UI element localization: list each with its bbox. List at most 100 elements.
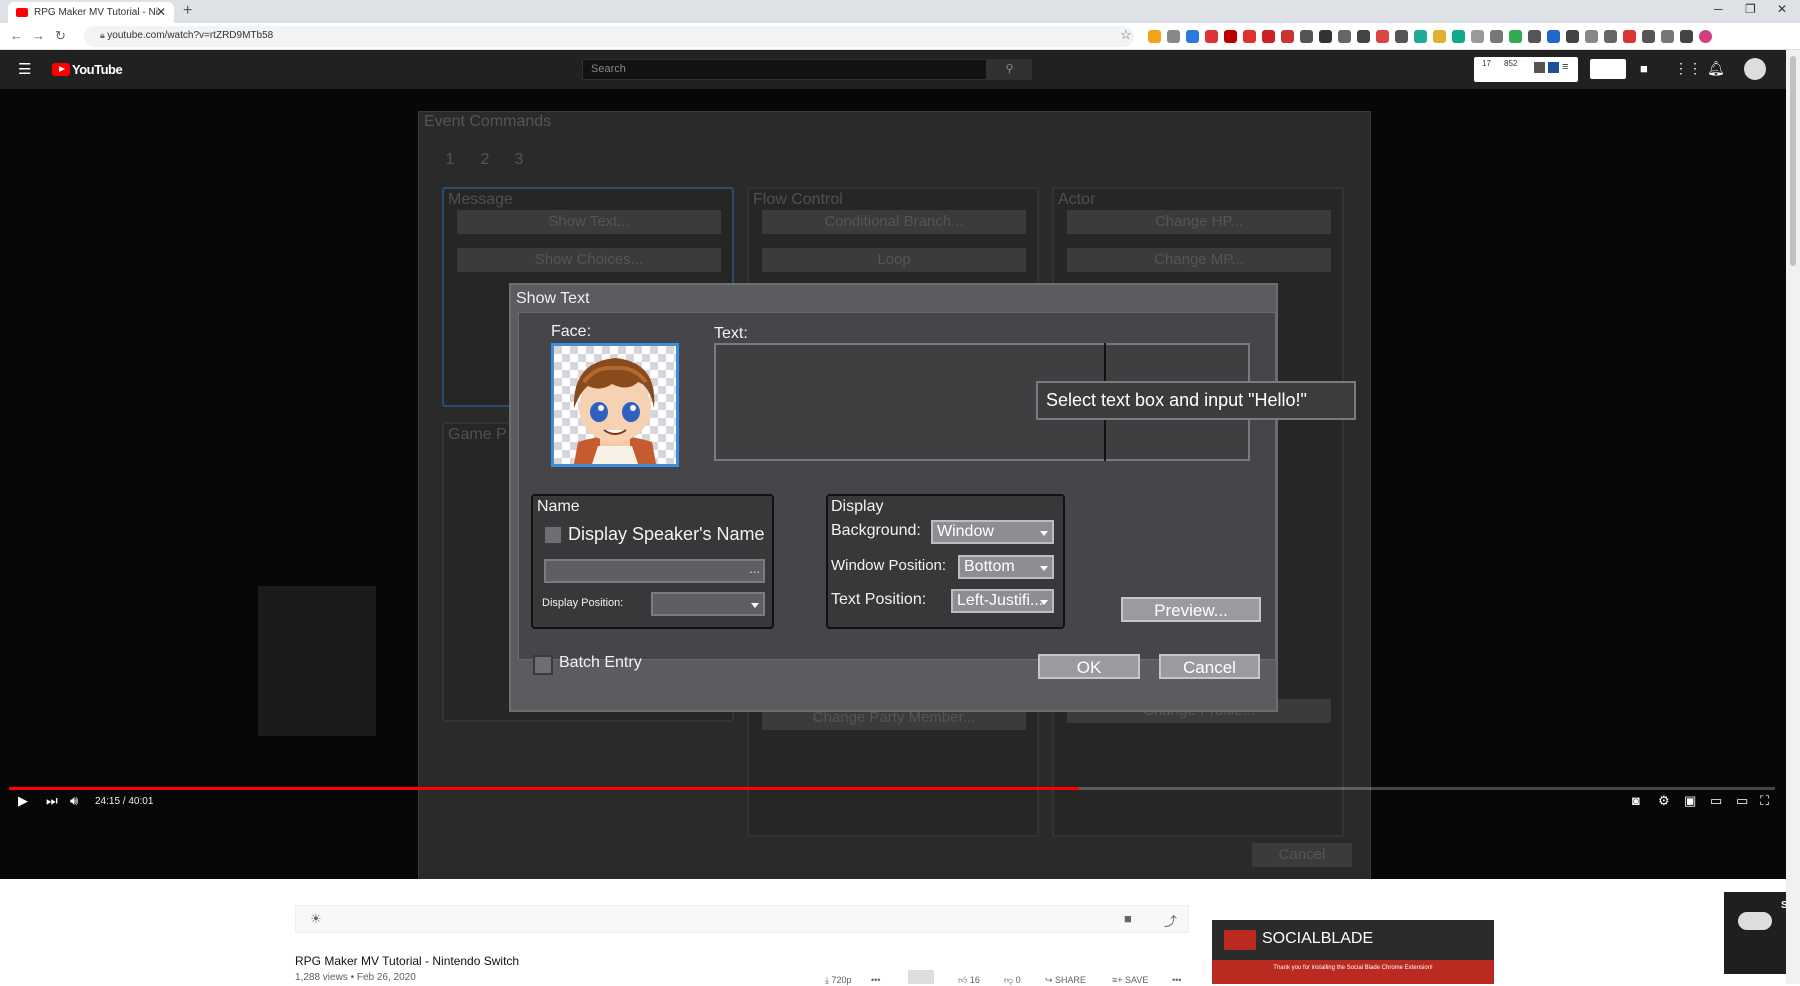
extension-icon[interactable] <box>1338 30 1351 43</box>
socialblade-logo-icon <box>1224 930 1256 950</box>
preview-button[interactable]: Preview... <box>1121 597 1261 622</box>
hamburger-menu-icon[interactable]: ☰ <box>18 60 31 78</box>
extension-icon[interactable] <box>1471 30 1484 43</box>
share-button[interactable]: ↪ SHARE <box>1045 975 1086 986</box>
browser-tab[interactable]: RPG Maker MV Tutorial - Ni ✕ <box>8 2 174 23</box>
extension-icon[interactable] <box>1452 30 1465 43</box>
socialblade-banner[interactable]: SOCIALBLADE Thank you for installing the… <box>1212 920 1494 984</box>
forward-icon[interactable]: → <box>32 28 45 43</box>
extension-icon[interactable] <box>1585 30 1598 43</box>
profile-avatar-icon[interactable] <box>1699 30 1712 43</box>
ok-button[interactable]: OK <box>1038 654 1140 679</box>
youtube-wordmark[interactable]: YouTube <box>72 62 123 77</box>
cancel-button[interactable]: Cancel <box>1159 654 1260 679</box>
reload-icon[interactable]: ↻ <box>55 28 66 44</box>
extension-icon[interactable] <box>1262 30 1275 43</box>
ellipsis-button[interactable]: ... <box>749 561 760 576</box>
extension-icon[interactable] <box>1509 30 1522 43</box>
extension-icon[interactable] <box>1376 30 1389 43</box>
extension-icon[interactable] <box>1319 30 1332 43</box>
socialblade-stats-widget[interactable]: 17 852 ≡ <box>1474 57 1578 82</box>
cast-icon[interactable]: ▭ <box>1736 793 1748 809</box>
batch-entry-label: Batch Entry <box>559 654 642 671</box>
extension-icon[interactable] <box>1433 30 1446 43</box>
scrollbar-thumb[interactable] <box>1790 56 1796 266</box>
extension-icon[interactable] <box>1357 30 1370 43</box>
speaker-name-field[interactable]: ... <box>544 559 765 583</box>
extension-icon[interactable] <box>1243 30 1256 43</box>
extension-icon[interactable] <box>1566 30 1579 43</box>
extension-icon[interactable] <box>1528 30 1541 43</box>
tab-3: 3 <box>514 151 524 168</box>
window-close-icon[interactable]: ✕ <box>1777 2 1787 16</box>
extension-icon <box>1534 62 1545 73</box>
minimize-icon[interactable]: ─ <box>1714 2 1723 16</box>
event-commands-title: Event Commands <box>424 113 552 130</box>
playlist-extension-icon[interactable] <box>908 970 934 984</box>
extension-toolbar: ☀ ■ ⤴ <box>295 905 1189 933</box>
extension-icon[interactable] <box>1547 30 1560 43</box>
volume-icon[interactable]: 🔊︎ <box>70 793 78 809</box>
bookmark-star-icon[interactable]: ☆ <box>1120 27 1132 43</box>
new-tab-button[interactable]: + <box>183 2 192 20</box>
play-icon[interactable]: ▶ <box>18 793 28 809</box>
record-extension-icon[interactable] <box>1590 59 1626 79</box>
video-meta: 1,288 views • Feb 26, 2020 <box>295 972 416 983</box>
miniplayer-icon[interactable]: ▣ <box>1684 793 1696 809</box>
dislike-button[interactable]: 👎︎ 0 <box>1004 975 1021 986</box>
apps-grid-icon[interactable]: ⋮⋮ <box>1674 60 1702 77</box>
youtube-logo-icon[interactable] <box>52 63 70 76</box>
extension-icon[interactable] <box>1604 30 1617 43</box>
menu-icon: ≡ <box>1562 61 1569 73</box>
batch-entry-checkbox[interactable] <box>533 655 553 675</box>
back-icon[interactable]: ← <box>10 28 23 43</box>
background-select[interactable]: Window <box>931 520 1054 544</box>
search-input[interactable]: Search <box>582 59 987 80</box>
progress-bar[interactable] <box>9 787 1775 790</box>
camera-icon[interactable]: ■ <box>1124 911 1132 926</box>
video-player[interactable]: Event Commands 1 2 3 Message Show Text..… <box>0 89 1786 879</box>
create-video-icon[interactable]: ■ <box>1640 61 1648 76</box>
brightness-icon[interactable]: ☀ <box>310 911 322 927</box>
extension-icon[interactable] <box>1148 30 1161 43</box>
extension-icon[interactable] <box>1224 30 1237 43</box>
extension-icon[interactable] <box>1661 30 1674 43</box>
extension-icon[interactable] <box>1281 30 1294 43</box>
display-speaker-checkbox[interactable] <box>543 525 563 545</box>
extension-icon[interactable] <box>1167 30 1180 43</box>
extension-icon[interactable] <box>1205 30 1218 43</box>
extension-icon[interactable] <box>1680 30 1693 43</box>
instruction-tooltip: Select text box and input "Hello!" <box>1036 381 1356 420</box>
window-position-select[interactable]: Bottom <box>958 555 1054 579</box>
name-panel-title: Name <box>537 498 580 515</box>
search-icon[interactable]: ⚲ <box>987 59 1032 80</box>
extension-icon[interactable] <box>1490 30 1503 43</box>
next-icon[interactable]: ⏭︎ <box>46 793 58 809</box>
text-label: Text: <box>714 325 748 342</box>
time-display: 24:15 / 40:01 <box>95 796 154 807</box>
settings-gear-icon[interactable]: ⚙ <box>1658 793 1670 809</box>
theater-icon[interactable]: ▭ <box>1710 793 1722 809</box>
face-image[interactable] <box>551 343 679 467</box>
extension-icon[interactable] <box>1300 30 1313 43</box>
extension-icon[interactable] <box>1642 30 1655 43</box>
tab-1: 1 <box>445 151 455 168</box>
text-position-select[interactable]: Left-Justifi... <box>951 589 1054 613</box>
display-position-select[interactable] <box>651 592 765 616</box>
quality-label[interactable]: ⤓ 720p <box>825 975 852 986</box>
extension-icon[interactable] <box>1623 30 1636 43</box>
fullscreen-icon[interactable]: ⛶ <box>1760 793 1769 809</box>
notifications-bell-icon[interactable]: 🔔︎ <box>1707 60 1725 77</box>
restore-icon[interactable]: ❐ <box>1745 2 1756 16</box>
extension-icon[interactable] <box>1186 30 1199 43</box>
url-field[interactable]: 🔒︎ youtube.com/watch?v=rtZRD9MTb58 <box>84 26 1134 47</box>
share-icon[interactable]: ⤴ <box>1164 911 1177 930</box>
tab-close-icon[interactable]: ✕ <box>156 5 166 19</box>
account-avatar[interactable] <box>1744 58 1766 80</box>
extension-icon[interactable] <box>1414 30 1427 43</box>
screenshot-icon[interactable]: ◙ <box>1632 793 1640 808</box>
tab-2: 2 <box>480 151 490 168</box>
extension-icon[interactable] <box>1395 30 1408 43</box>
like-button[interactable]: 👍︎ 16 <box>958 975 980 986</box>
background-label: Background: <box>831 522 921 539</box>
